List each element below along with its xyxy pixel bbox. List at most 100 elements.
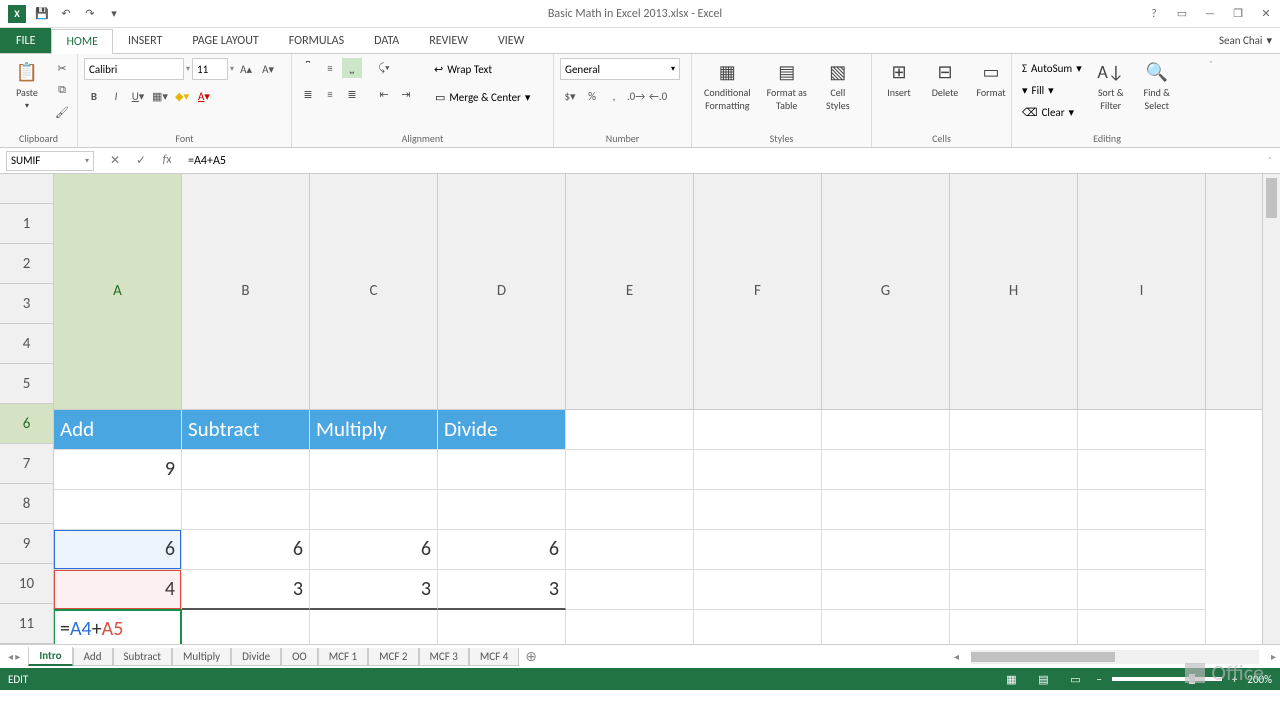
vertical-scrollbar[interactable] (1262, 174, 1280, 644)
sheet-tab[interactable]: MCF 4 (469, 648, 519, 666)
percent-format-icon[interactable]: % (582, 86, 602, 106)
sheet-tab[interactable]: MCF 1 (318, 648, 368, 666)
autosum-button[interactable]: ΣAutoSum ▾ (1018, 58, 1086, 78)
conditional-formatting-button[interactable]: ▦Conditional Formatting (698, 58, 757, 114)
collapse-ribbon-icon[interactable]: ˇ (1202, 54, 1220, 147)
cell[interactable] (950, 410, 1078, 450)
sheet-tab[interactable]: MCF 3 (419, 648, 469, 666)
cell[interactable] (310, 450, 438, 490)
column-header[interactable]: I (1078, 174, 1206, 409)
font-family-select[interactable]: Calibri (84, 58, 184, 80)
cell[interactable] (182, 490, 310, 530)
cell[interactable] (694, 610, 822, 645)
cell[interactable] (54, 490, 182, 530)
align-center-icon[interactable]: ≡ (320, 84, 340, 104)
cell[interactable]: Multiply (310, 410, 438, 450)
tab-data[interactable]: DATA (359, 28, 414, 53)
cell[interactable] (438, 450, 566, 490)
user-menu[interactable]: Sean Chai ▾ (1211, 28, 1280, 53)
tab-insert[interactable]: INSERT (113, 28, 177, 53)
cell[interactable] (566, 450, 694, 490)
align-right-icon[interactable]: ≣ (342, 84, 362, 104)
fx-icon[interactable]: fx (158, 153, 176, 168)
accounting-format-icon[interactable]: $▾ (560, 86, 580, 106)
grow-font-icon[interactable]: A▴ (236, 59, 256, 79)
close-icon[interactable]: ✕ (1252, 2, 1280, 26)
cell[interactable] (1078, 490, 1206, 530)
cell[interactable] (1078, 410, 1206, 450)
orientation-icon[interactable]: ⤹▾ (374, 58, 394, 78)
cell[interactable] (1078, 570, 1206, 610)
scroll-thumb[interactable] (1266, 178, 1277, 218)
cell[interactable]: 9 (54, 450, 182, 490)
cell[interactable] (566, 410, 694, 450)
tab-review[interactable]: REVIEW (414, 28, 483, 53)
row-header[interactable]: 9 (0, 524, 53, 564)
column-header[interactable]: C (310, 174, 438, 409)
cell[interactable] (182, 610, 310, 645)
cell[interactable]: 6 (310, 530, 438, 570)
insert-cells-button[interactable]: ⊞Insert (878, 58, 920, 101)
cell[interactable] (822, 530, 950, 570)
cell[interactable] (1078, 530, 1206, 570)
cell[interactable] (1078, 450, 1206, 490)
cell[interactable] (694, 490, 822, 530)
fill-color-icon[interactable]: ◆▾ (172, 86, 192, 106)
page-layout-view-icon[interactable]: ▤ (1032, 671, 1054, 687)
cell-styles-button[interactable]: ▧Cell Styles (817, 58, 859, 114)
column-header[interactable]: A (54, 174, 182, 409)
sheet-tab[interactable]: Divide (231, 648, 281, 666)
wrap-text-button[interactable]: ↩Wrap Text (428, 58, 537, 80)
font-color-icon[interactable]: A▾ (194, 86, 214, 106)
page-break-view-icon[interactable]: ▭ (1064, 671, 1086, 687)
format-cells-button[interactable]: ▭Format (970, 58, 1012, 101)
row-header[interactable]: 2 (0, 244, 53, 284)
row-header[interactable]: 5 (0, 364, 53, 404)
minimize-icon[interactable]: — (1196, 2, 1224, 26)
column-header[interactable]: D (438, 174, 566, 409)
cut-icon[interactable]: ✂ (52, 58, 72, 78)
cell[interactable]: 4 (54, 570, 182, 610)
bold-button[interactable]: B (84, 86, 104, 106)
zoom-out-icon[interactable]: − (1096, 673, 1101, 686)
select-all-corner[interactable] (0, 174, 54, 204)
find-select-button[interactable]: 🔍Find & Select (1136, 58, 1178, 114)
cell[interactable] (438, 610, 566, 645)
cell[interactable] (694, 530, 822, 570)
tab-home[interactable]: HOME (51, 29, 113, 54)
cell[interactable]: 3 (438, 570, 566, 610)
cancel-formula-icon[interactable]: ✕ (106, 153, 124, 168)
undo-icon[interactable]: ↶ (58, 6, 74, 22)
sheet-tab[interactable]: MCF 2 (368, 648, 418, 666)
cell[interactable] (1078, 610, 1206, 645)
tab-view[interactable]: VIEW (483, 28, 539, 53)
expand-formula-bar-icon[interactable]: ˇ (1260, 154, 1280, 167)
cell[interactable] (694, 450, 822, 490)
row-header[interactable]: 6 (0, 404, 53, 444)
paste-button[interactable]: 📋 Paste ▾ (6, 58, 48, 113)
copy-icon[interactable]: ⧉ (52, 80, 72, 100)
cell[interactable] (822, 450, 950, 490)
tab-page-layout[interactable]: PAGE LAYOUT (177, 28, 273, 53)
column-header[interactable]: E (566, 174, 694, 409)
align-bottom-icon[interactable]: ⎵ (342, 58, 362, 78)
delete-cells-button[interactable]: ⊟Delete (924, 58, 966, 101)
underline-button[interactable]: U▾ (128, 86, 148, 106)
save-icon[interactable]: 💾 (34, 6, 50, 22)
cell[interactable] (950, 490, 1078, 530)
sheet-tab[interactable]: Intro (28, 647, 72, 666)
sheet-tab[interactable]: OO (281, 648, 318, 666)
restore-icon[interactable]: ❐ (1224, 2, 1252, 26)
cell[interactable]: 3 (182, 570, 310, 610)
cell-editing[interactable]: =A4+A5 (54, 610, 182, 645)
column-header[interactable]: F (694, 174, 822, 409)
sheet-tab[interactable]: Subtract (113, 648, 172, 666)
cell[interactable] (950, 530, 1078, 570)
cell[interactable]: 6 (438, 530, 566, 570)
cell[interactable]: Add (54, 410, 182, 450)
column-header[interactable]: B (182, 174, 310, 409)
cell[interactable] (950, 450, 1078, 490)
cell[interactable]: Divide (438, 410, 566, 450)
cell[interactable] (182, 450, 310, 490)
cell[interactable] (822, 410, 950, 450)
